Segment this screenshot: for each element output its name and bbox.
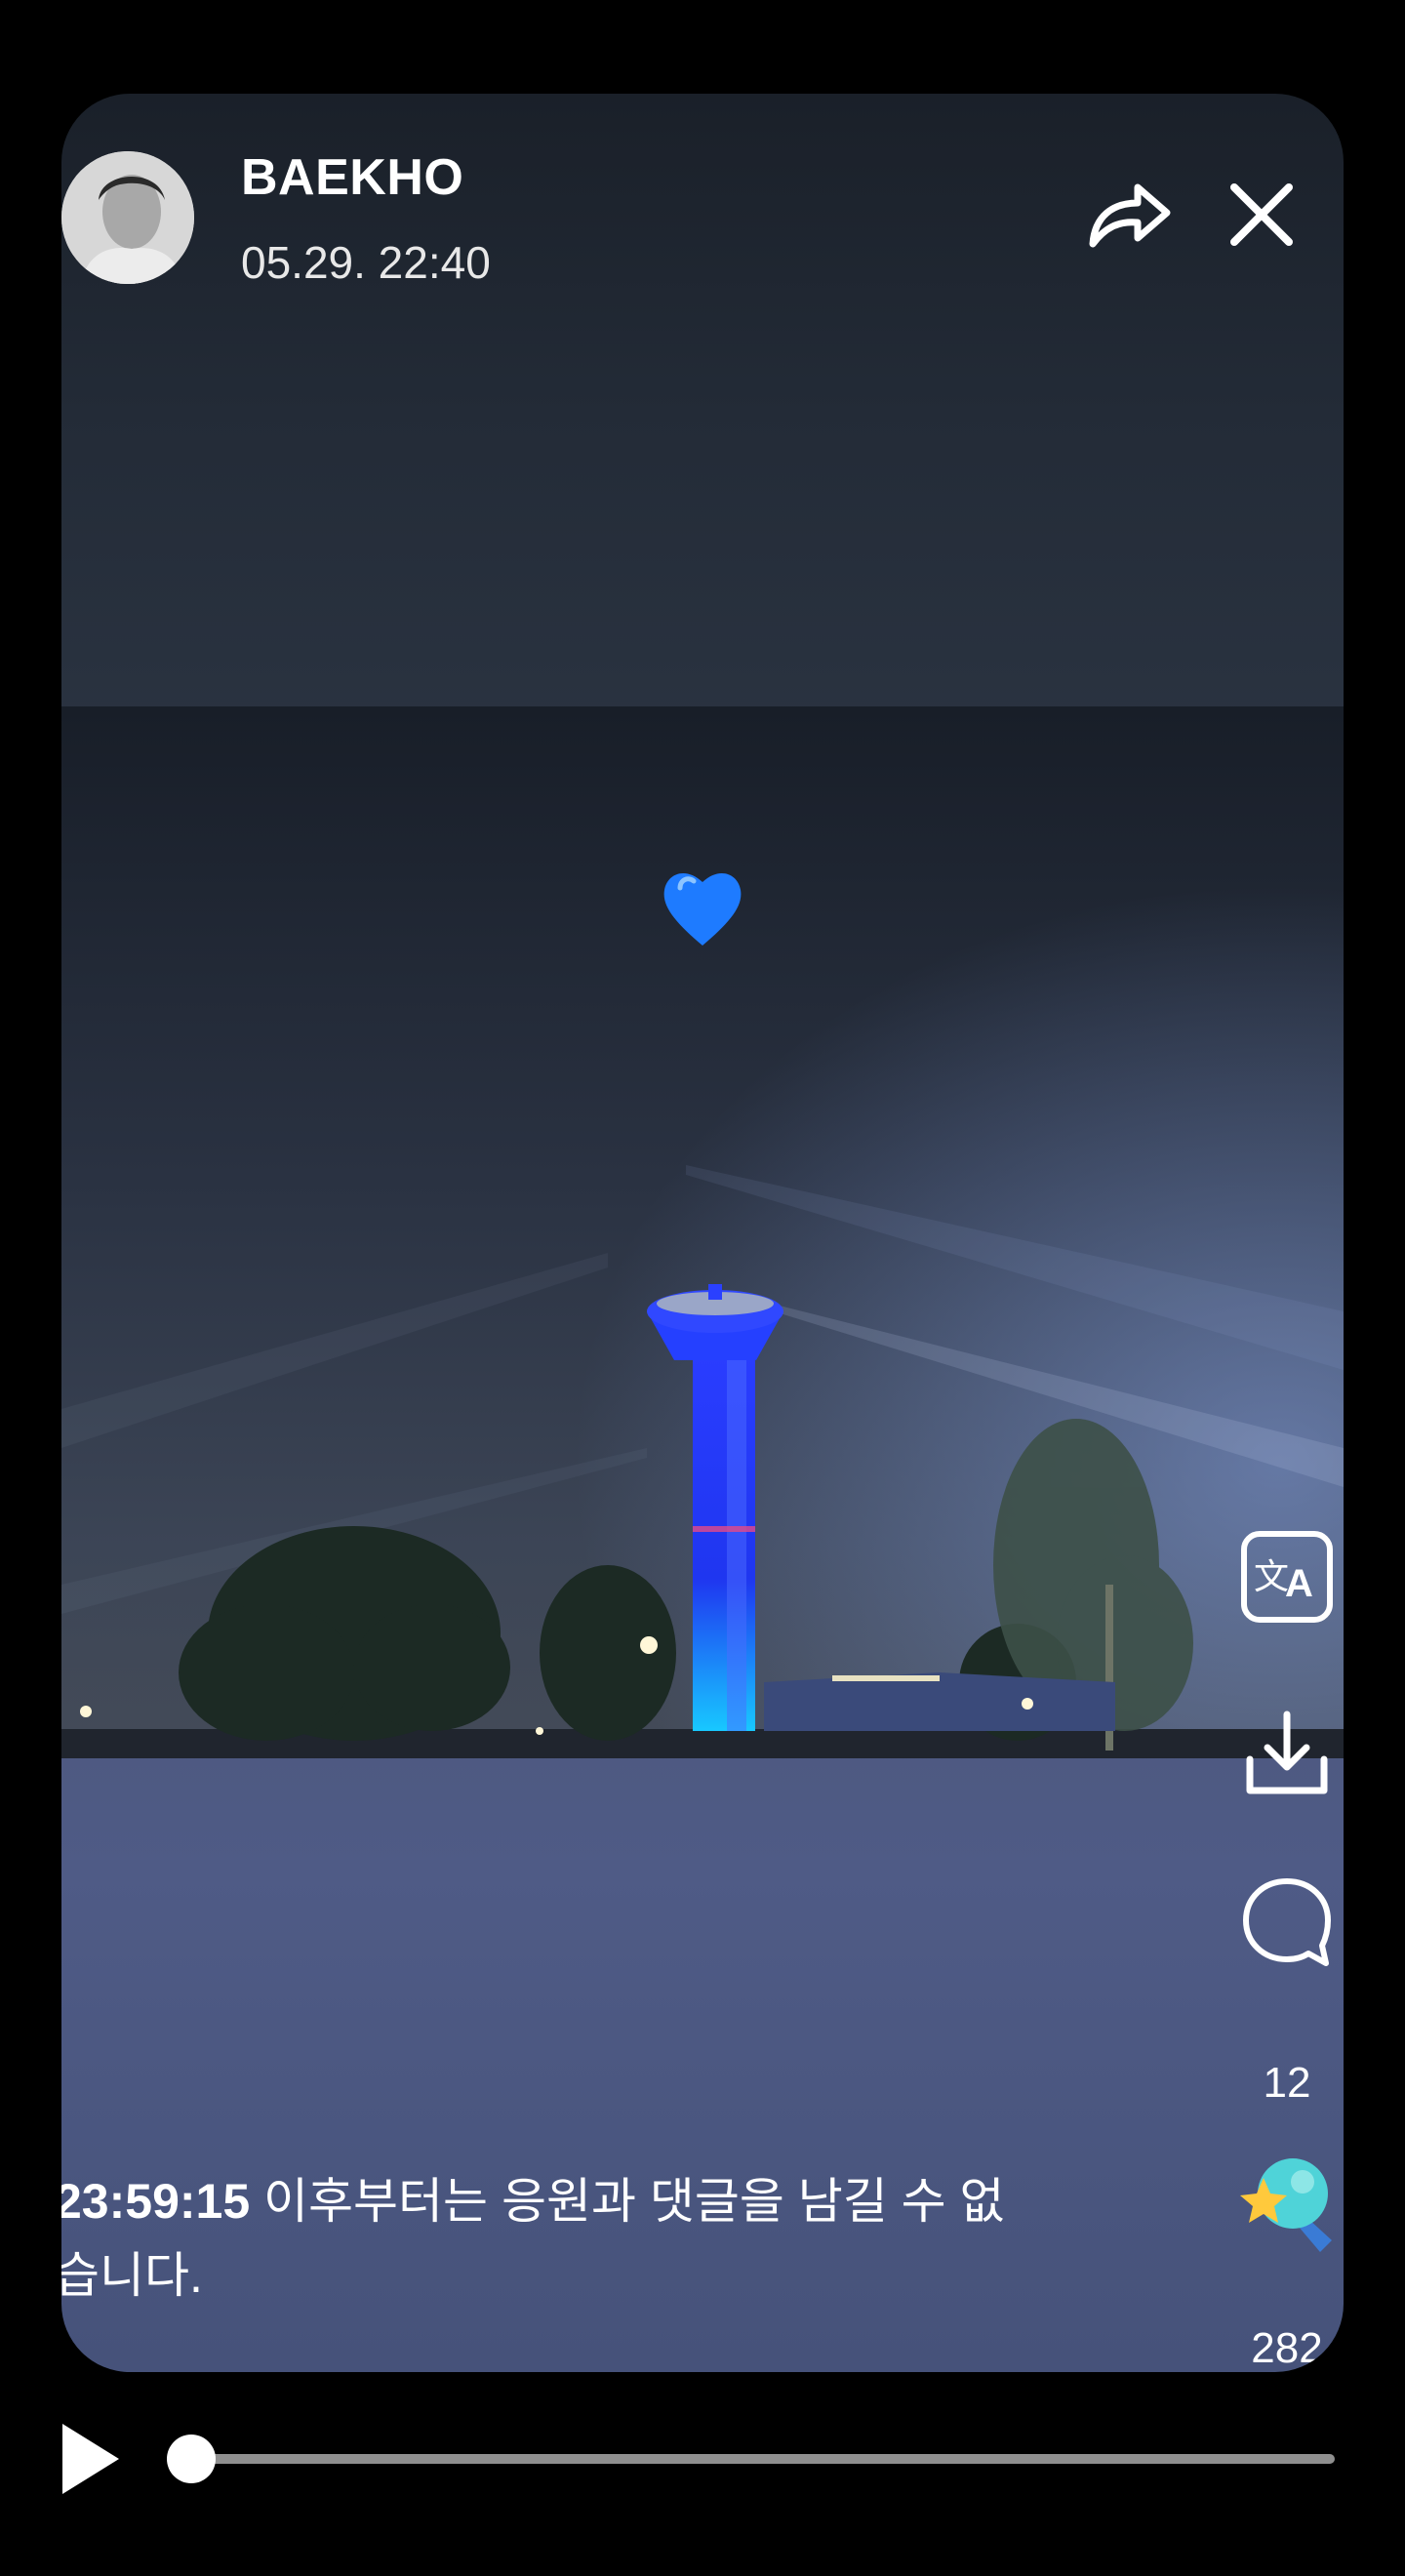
post-timestamp: 05.29. 22:40	[241, 237, 491, 288]
translate-icon[interactable]: 文 A	[1232, 1522, 1342, 1631]
share-icon[interactable]	[1079, 166, 1177, 263]
comment-count: 12	[1263, 2059, 1311, 2107]
post-viewer-card: BAEKHO 05.29. 22:40 文 A 12 282 23:59:15 …	[61, 94, 1344, 2372]
cheer-icon[interactable]	[1230, 2143, 1340, 2252]
post-photo[interactable]	[61, 706, 1344, 1758]
svg-text:文: 文	[1254, 1557, 1289, 1597]
video-progress-thumb[interactable]	[167, 2435, 216, 2483]
video-progress-track[interactable]	[191, 2454, 1335, 2464]
play-icon[interactable]	[55, 2418, 125, 2500]
avatar[interactable]	[61, 151, 194, 284]
comment-icon[interactable]	[1232, 1868, 1342, 1977]
deadline-time: 23:59:15	[61, 2174, 251, 2229]
download-icon[interactable]	[1232, 1699, 1342, 1808]
comment-deadline-notice: 23:59:15 이후부터는 응원과 댓글을 남길 수 없습니다.	[61, 2164, 1030, 2313]
close-icon[interactable]	[1213, 166, 1310, 263]
author-name[interactable]: BAEKHO	[241, 148, 463, 207]
cheer-count: 282	[1251, 2324, 1323, 2372]
svg-text:A: A	[1285, 1562, 1313, 1605]
